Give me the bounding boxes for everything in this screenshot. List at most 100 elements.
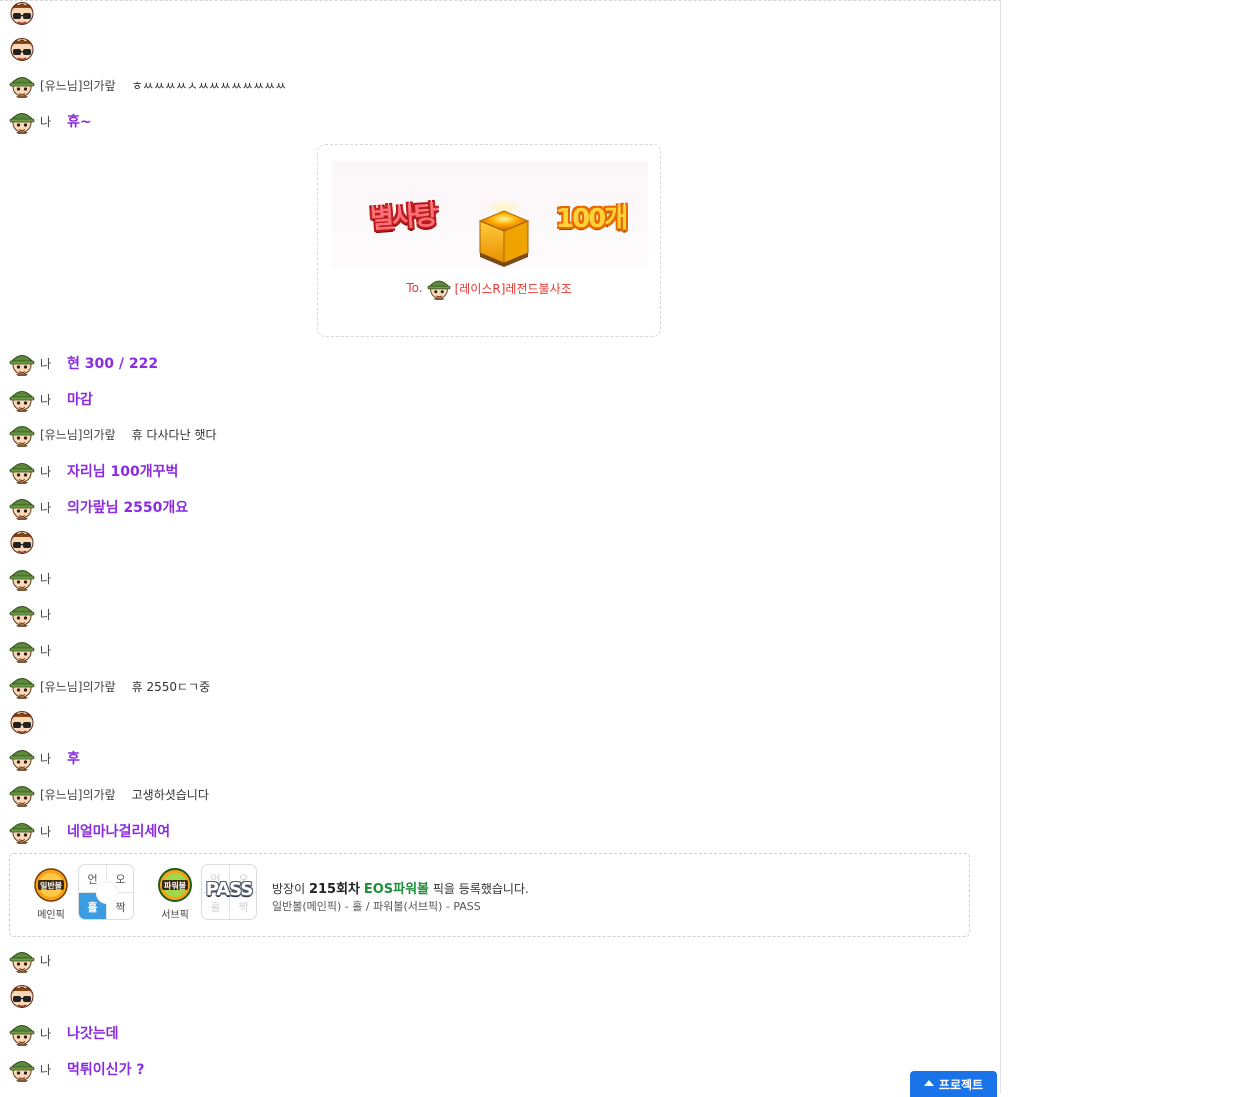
host-avatar[interactable]: [9, 983, 35, 1009]
gift-banner: 별사탕 100개: [332, 161, 648, 269]
message-nickname[interactable]: 나: [40, 1061, 51, 1078]
normal-ball-icon: 일반볼: [34, 868, 68, 902]
message-text: 현 300 / 222: [67, 356, 159, 372]
project-button[interactable]: 프로젝트: [910, 1071, 997, 1097]
soldier-avatar[interactable]: [9, 673, 35, 699]
pick-announcement: 일반볼 메인픽 언 오 홀 짝 파워볼 서브픽 언 오 홀 짝 PASS 방장이…: [9, 853, 970, 937]
soldier-avatar[interactable]: [9, 781, 35, 807]
message-text: 후: [67, 751, 80, 767]
chat-panel: 별사탕 100개 To. [레이스R]레전드불사조 일반볼 메인픽 언 오 홀 …: [0, 0, 1001, 1093]
message-nickname[interactable]: 나: [40, 355, 51, 372]
chat-message: [9, 36, 35, 62]
chat-message: [9, 709, 35, 735]
svg-text:파워볼: 파워볼: [164, 881, 187, 891]
main-pick-grid: 언 오 홀 짝: [78, 864, 134, 920]
soldier-avatar[interactable]: [9, 818, 35, 844]
soldier-avatar[interactable]: [9, 745, 35, 771]
message-nickname[interactable]: 나: [40, 463, 51, 480]
host-avatar[interactable]: [9, 529, 35, 555]
pick-prefix: 방장이: [272, 882, 306, 896]
soldier-avatar[interactable]: [9, 565, 35, 591]
chat-message: 나 먹튀이신가 ?: [9, 1056, 144, 1082]
chat-message: [9, 1, 35, 26]
chat-message: [9, 529, 35, 555]
chat-message: [유느님]의가랖 휴 다사다난 햇다: [9, 421, 217, 447]
chat-message: 나 휴~: [9, 108, 92, 134]
soldier-avatar[interactable]: [9, 947, 35, 973]
message-text: 휴 2550ㄷㄱ중: [131, 679, 211, 694]
chat-message: 나 자리님 100개꾸벅: [9, 458, 178, 484]
svg-text:일반볼: 일반볼: [40, 881, 63, 891]
soldier-avatar[interactable]: [9, 421, 35, 447]
soldier-avatar: [427, 276, 451, 300]
soldier-avatar[interactable]: [9, 601, 35, 627]
message-text: 고생하셧습니다: [131, 787, 209, 802]
soldier-avatar[interactable]: [9, 72, 35, 98]
message-text: ㅎㅆㅆㅆㅆㅅㅆㅆㅆㅆㅆㅆㅆㅆ: [131, 78, 287, 93]
host-avatar[interactable]: [9, 1, 35, 26]
message-nickname[interactable]: 나: [40, 499, 51, 516]
triangle-up-icon: [923, 1080, 934, 1086]
message-nickname[interactable]: 나: [40, 952, 51, 969]
pick-suffix: 픽을 등록했습니다.: [432, 882, 529, 896]
chat-message: [유느님]의가랖 휴 2550ㄷㄱ중: [9, 673, 210, 699]
message-text: 네얼마나걸리세여: [67, 824, 171, 840]
message-nickname[interactable]: [유느님]의가랖: [40, 77, 116, 94]
chat-message: 나후: [9, 745, 80, 771]
message-nickname[interactable]: [유느님]의가랖: [40, 786, 116, 803]
message-nickname[interactable]: 나: [40, 823, 51, 840]
gift-message: 별사탕 100개 To. [레이스R]레전드불사조: [317, 144, 661, 337]
message-text: 휴~: [67, 114, 92, 130]
grid-center-dot: [96, 882, 118, 904]
soldier-avatar[interactable]: [9, 350, 35, 376]
message-nickname[interactable]: 나: [40, 391, 51, 408]
chat-message: [유느님]의가랖 ㅎㅆㅆㅆㅆㅅㅆㅆㅆㅆㅆㅆㅆㅆ: [9, 72, 286, 98]
soldier-avatar[interactable]: [9, 637, 35, 663]
host-avatar[interactable]: [9, 36, 35, 62]
chat-message: 나 네얼마나걸리세여: [9, 818, 170, 844]
message-nickname[interactable]: 나: [40, 113, 51, 130]
soldier-avatar[interactable]: [9, 1020, 35, 1046]
pick-game: EOS파워볼: [363, 882, 430, 897]
message-nickname[interactable]: 나: [40, 606, 51, 623]
sub-pick-grid: 언 오 홀 짝 PASS: [201, 864, 257, 920]
pick-summary: 방장이 215회차 EOS파워볼 픽을 등록했습니다.: [272, 878, 529, 897]
chat-message: [9, 983, 35, 1009]
message-nickname[interactable]: 나: [40, 570, 51, 587]
soldier-avatar[interactable]: [9, 1056, 35, 1082]
message-text: 휴 다사다난 햇다: [131, 427, 217, 442]
chat-message: 나 마감: [9, 386, 93, 412]
chat-message: 나 현 300 / 222: [9, 350, 158, 376]
soldier-avatar[interactable]: [9, 108, 35, 134]
message-nickname[interactable]: [유느님]의가랖: [40, 426, 116, 443]
gift-to-prefix: To.: [406, 281, 423, 295]
chat-message: 나: [9, 565, 51, 591]
gift-box-icon: [478, 201, 530, 267]
message-nickname[interactable]: 나: [40, 1025, 51, 1042]
chat-message: 나 나갓는데: [9, 1020, 119, 1046]
chat-message: 나: [9, 601, 51, 627]
message-text: 자리님 100개꾸벅: [67, 464, 179, 480]
gift-count: 100개: [556, 204, 628, 234]
chat-message: [유느님]의가랖 고생하셧습니다: [9, 781, 209, 807]
main-pick-caption: 메인픽: [37, 910, 65, 921]
pass-label: PASS: [205, 879, 254, 900]
soldier-avatar[interactable]: [9, 494, 35, 520]
message-text: 의가랖님 2550개요: [67, 500, 189, 516]
soldier-avatar[interactable]: [9, 458, 35, 484]
message-text: 나갓는데: [67, 1026, 119, 1042]
host-avatar[interactable]: [9, 709, 35, 735]
project-button-label: 프로젝트: [938, 1078, 984, 1092]
gift-recipient[interactable]: [레이스R]레전드불사조: [455, 280, 572, 297]
sub-pick-caption: 서브픽: [161, 910, 189, 921]
gift-recipient-line: To. [레이스R]레전드불사조: [318, 276, 660, 300]
chat-message: 나: [9, 637, 51, 663]
message-nickname[interactable]: 나: [40, 642, 51, 659]
soldier-avatar[interactable]: [9, 386, 35, 412]
message-text: 먹튀이신가 ?: [67, 1062, 145, 1078]
chat-message: 나 의가랖님 2550개요: [9, 494, 188, 520]
message-nickname[interactable]: 나: [40, 750, 51, 767]
chat-message: 나: [9, 947, 51, 973]
gift-title: 별사탕: [369, 200, 437, 236]
message-nickname[interactable]: [유느님]의가랖: [40, 678, 116, 695]
